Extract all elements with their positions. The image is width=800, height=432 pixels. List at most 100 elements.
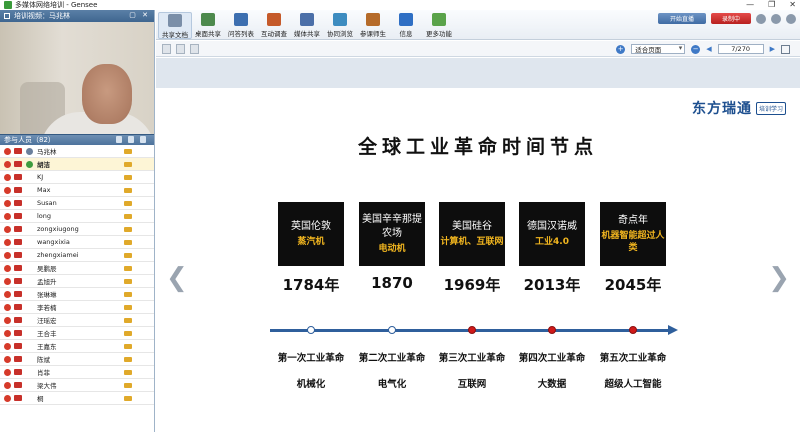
mic-icon[interactable] <box>4 381 11 389</box>
hand-icon[interactable] <box>124 253 132 258</box>
camera-icon[interactable] <box>14 200 22 206</box>
attendee-row[interactable]: 孟旭升 <box>0 275 154 288</box>
start-live-button[interactable]: 开始直播 <box>658 13 706 24</box>
mic-icon[interactable] <box>4 277 11 285</box>
hand-icon[interactable] <box>124 214 132 219</box>
maximize-icon[interactable]: ❐ <box>768 0 775 10</box>
attendee-row[interactable]: 张琳琳 <box>0 288 154 301</box>
attendee-row[interactable]: Susan <box>0 197 154 210</box>
hand-icon[interactable] <box>124 175 132 180</box>
camera-icon[interactable] <box>14 382 22 388</box>
attendee-row[interactable]: 王嘉东 <box>0 340 154 353</box>
mic-header-icon[interactable] <box>116 136 122 143</box>
camera-icon[interactable] <box>14 239 22 245</box>
open-doc-icon[interactable] <box>176 44 185 54</box>
hand-icon[interactable] <box>124 357 132 362</box>
attendee-row[interactable]: 马兆林 <box>0 145 154 158</box>
mic-icon[interactable] <box>4 251 11 259</box>
user-icon[interactable] <box>756 13 766 24</box>
hand-icon[interactable] <box>124 279 132 284</box>
attendee-row[interactable]: 吴鹏辰 <box>0 262 154 275</box>
hand-header-icon[interactable] <box>128 136 134 143</box>
new-doc-icon[interactable] <box>162 44 171 54</box>
attendee-row[interactable]: 汪瑶宏 <box>0 314 154 327</box>
mic-icon[interactable] <box>4 342 11 350</box>
camera-icon[interactable] <box>14 317 22 323</box>
tool-desktop-share[interactable]: 桌面共享 <box>191 12 225 39</box>
camera-icon[interactable] <box>14 369 22 375</box>
hand-icon[interactable] <box>124 344 132 349</box>
hand-icon[interactable] <box>124 240 132 245</box>
mic-icon[interactable] <box>4 368 11 376</box>
mic-icon[interactable] <box>4 147 11 155</box>
hand-icon[interactable] <box>124 383 132 388</box>
attendee-row[interactable]: 胡洁 <box>0 158 154 171</box>
attendee-row[interactable]: KJ <box>0 171 154 184</box>
hand-icon[interactable] <box>124 188 132 193</box>
recording-button[interactable]: 录制中 <box>711 13 751 24</box>
camera-icon[interactable] <box>14 213 22 219</box>
layout-icon[interactable] <box>771 13 781 24</box>
hand-icon[interactable] <box>124 331 132 336</box>
zoom-in-icon[interactable]: + <box>616 44 626 54</box>
camera-icon[interactable] <box>14 148 22 154</box>
attendee-row[interactable]: 桐 <box>0 392 154 405</box>
camera-icon[interactable] <box>14 395 22 401</box>
camera-icon[interactable] <box>14 304 22 310</box>
camera-icon[interactable] <box>14 161 22 167</box>
mic-icon[interactable] <box>4 303 11 311</box>
list-header-icon[interactable] <box>140 136 146 143</box>
zoom-out-icon[interactable]: − <box>691 44 701 54</box>
camera-icon[interactable] <box>14 278 22 284</box>
tool-qa-list[interactable]: 问答列表 <box>224 12 258 39</box>
attendees-header[interactable]: 参与人员（82） <box>0 134 154 145</box>
mic-icon[interactable] <box>4 199 11 207</box>
hand-icon[interactable] <box>124 266 132 271</box>
video-panel-controls[interactable]: ▢ ✕ <box>129 11 150 19</box>
hand-icon[interactable] <box>124 292 132 297</box>
fullscreen-icon[interactable] <box>781 44 790 54</box>
mic-icon[interactable] <box>4 355 11 363</box>
hand-icon[interactable] <box>124 370 132 375</box>
mic-icon[interactable] <box>4 290 11 298</box>
mic-icon[interactable] <box>4 264 11 272</box>
mic-icon[interactable] <box>4 173 11 181</box>
hand-icon[interactable] <box>124 162 132 167</box>
attendee-row[interactable]: zongxiugong <box>0 223 154 236</box>
camera-icon[interactable] <box>14 187 22 193</box>
attendee-row[interactable]: 李若楠 <box>0 301 154 314</box>
close-icon[interactable]: ✕ <box>789 0 796 10</box>
hand-icon[interactable] <box>124 305 132 310</box>
page-number-input[interactable]: 7/270 <box>717 44 764 54</box>
presenter-video[interactable] <box>0 22 154 134</box>
attendee-row[interactable]: zhengxiamei <box>0 249 154 262</box>
hand-icon[interactable] <box>124 149 132 154</box>
tool-media-share[interactable]: 媒体共享 <box>290 12 324 39</box>
tool-document[interactable]: 共享文档 <box>158 12 192 39</box>
camera-icon[interactable] <box>14 252 22 258</box>
camera-icon[interactable] <box>14 330 22 336</box>
attendee-row[interactable]: long <box>0 210 154 223</box>
hand-icon[interactable] <box>124 227 132 232</box>
tool-survey[interactable]: 互动调查 <box>257 12 291 39</box>
camera-icon[interactable] <box>14 343 22 349</box>
prev-page-icon[interactable]: ◀ <box>706 45 711 53</box>
tool-participants[interactable]: 参课师生 <box>356 12 390 39</box>
camera-icon[interactable] <box>14 226 22 232</box>
tool-cobrowse[interactable]: 协同浏览 <box>323 12 357 39</box>
camera-icon[interactable] <box>14 356 22 362</box>
mic-icon[interactable] <box>4 329 11 337</box>
prev-slide-icon[interactable]: ❮ <box>166 263 188 293</box>
mic-icon[interactable] <box>4 316 11 324</box>
hand-icon[interactable] <box>124 201 132 206</box>
camera-icon[interactable] <box>14 291 22 297</box>
hand-icon[interactable] <box>124 318 132 323</box>
save-doc-icon[interactable] <box>190 44 199 54</box>
attendee-row[interactable]: Max <box>0 184 154 197</box>
attendee-row[interactable]: 梁大伟 <box>0 379 154 392</box>
fit-page-select[interactable]: 适合页面 <box>631 44 686 54</box>
attendee-row[interactable]: 陈斌 <box>0 353 154 366</box>
mic-icon[interactable] <box>4 394 11 402</box>
mic-icon[interactable] <box>4 186 11 194</box>
tool-info[interactable]: 信息 <box>389 12 423 39</box>
